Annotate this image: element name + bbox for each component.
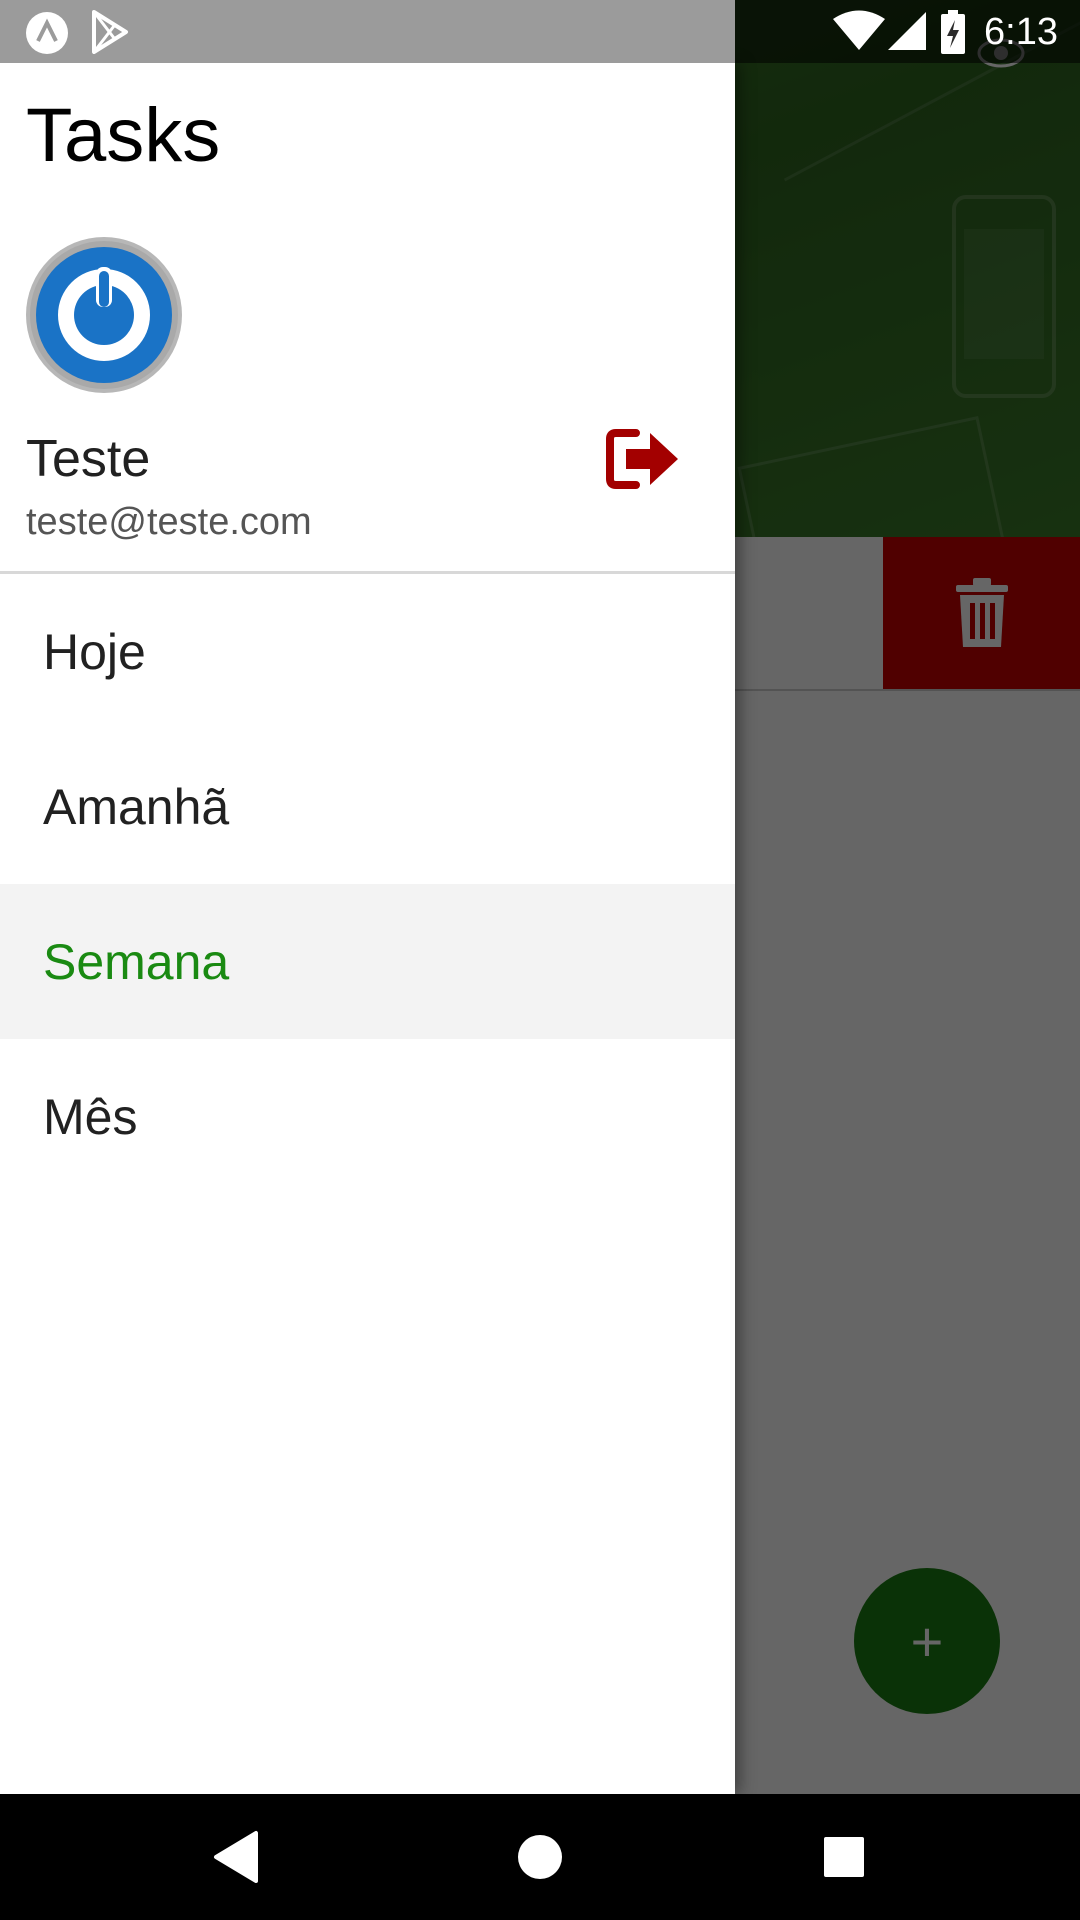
navigation-bar [0, 1794, 1080, 1920]
menu-item-label: Amanhã [43, 778, 230, 835]
play-store-icon [92, 10, 128, 54]
drawer-title: Tasks [26, 93, 221, 178]
signal-icon [888, 12, 926, 50]
status-time: 6:13 [984, 11, 1058, 53]
menu-item-hoje[interactable]: Hoje [0, 574, 735, 729]
user-email: teste@teste.com [26, 501, 312, 543]
menu-item-label: Semana [43, 933, 230, 990]
status-bar: 6:13 [0, 0, 1080, 63]
react-native-icon [26, 12, 68, 54]
user-name: Teste [26, 430, 151, 488]
wifi-icon [833, 10, 885, 50]
menu-item-mes[interactable]: Mês [0, 1039, 735, 1194]
power-icon [30, 241, 178, 389]
sign-out-icon [606, 429, 678, 489]
recents-icon[interactable] [814, 1827, 874, 1887]
navigation-drawer: Tasks Teste teste@teste.com Hoje Amanhã … [0, 63, 735, 1794]
menu-item-semana[interactable]: Semana [0, 884, 735, 1039]
battery-charging-icon [941, 10, 965, 54]
screen: + 6:13 Tasks [0, 0, 1080, 1920]
menu-item-amanha[interactable]: Amanhã [0, 729, 735, 884]
logout-button[interactable] [606, 427, 682, 491]
home-icon[interactable] [510, 1827, 570, 1887]
menu-item-label: Hoje [43, 623, 146, 680]
back-icon[interactable] [206, 1827, 266, 1887]
drawer-menu: Hoje Amanhã Semana Mês [0, 574, 735, 1194]
avatar[interactable] [26, 237, 182, 393]
menu-item-label: Mês [43, 1088, 138, 1145]
